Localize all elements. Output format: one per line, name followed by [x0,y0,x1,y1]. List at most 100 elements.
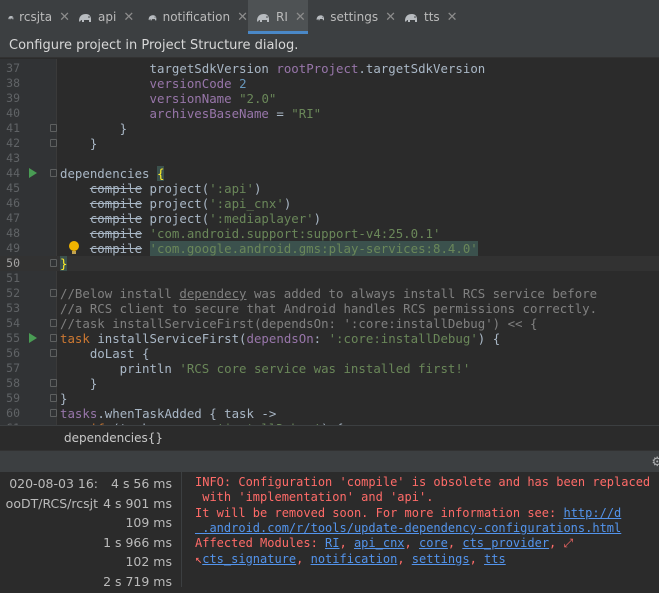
tab-rcsjta[interactable]: rcsjta ✕ [0,0,70,34]
code-token: ':api' [209,181,254,196]
line-number: 49 [6,241,20,255]
code-text: //a RCS client to secure that Android ha… [60,301,597,316]
line-number: 41 [6,121,20,135]
output-text: , [339,536,354,551]
code-line[interactable]: 57 println 'RCS core service was install… [0,361,659,376]
build-step-duration: 2 s 719 ms [103,573,172,589]
close-icon[interactable]: ✕ [123,10,134,25]
code-line[interactable]: 44 dependencies { [0,166,659,181]
code-text: versionCode 2 [60,76,247,91]
code-line[interactable]: 37 targetSdkVersion rootProject.targetSd… [0,61,659,76]
output-link[interactable]: .android.com/r/tools/update-dependency-c… [195,521,621,535]
code-token: ':mediaplayer' [209,211,314,226]
code-line[interactable]: 48 compile 'com.android.support:support-… [0,226,659,241]
code-token: ) [253,181,262,196]
code-line[interactable]: 52 //Below install dependecy was added to… [0,286,659,301]
close-icon[interactable]: ✕ [447,10,458,25]
output-text: , [404,536,419,551]
tab-settings[interactable]: settings ✕ [308,0,396,34]
code-token: versionCode [149,76,240,91]
output-link[interactable]: settings [412,552,470,566]
tab-notification[interactable]: notification ✕ [140,0,248,34]
code-line[interactable]: 56 doLast { [0,346,659,361]
fold-icon[interactable] [50,169,57,177]
tab-ri[interactable]: RI ✕ [248,0,308,34]
fold-icon[interactable] [50,289,57,297]
fold-icon[interactable] [50,379,57,387]
fold-icon[interactable] [50,319,57,327]
fold-icon[interactable] [50,349,57,357]
output-link[interactable]: api_cnx [354,536,405,550]
code-line[interactable]: 49 compile 'com.google.android.gms:play-… [0,241,659,256]
breadcrumb-item[interactable]: dependencies{} [64,431,163,445]
line-number: 37 [6,61,20,75]
code-line[interactable]: 55 task installServiceFirst(dependsOn: ':… [0,331,659,346]
code-line[interactable]: 54 //task installServiceFirst(dependsOn: … [0,316,659,331]
code-token: //Below install [60,286,180,301]
output-link[interactable]: notification [311,552,398,566]
code-line[interactable]: 39 versionName "2.0" [0,91,659,106]
close-icon[interactable]: ✕ [295,10,306,25]
code-token: ':api_cnx' [209,196,284,211]
line-number: 57 [6,361,20,375]
code-token: { [156,166,165,181]
close-icon[interactable]: ✕ [59,10,70,25]
fold-icon[interactable] [50,124,57,132]
fold-icon[interactable] [50,409,57,417]
fold-icon[interactable] [50,139,57,147]
build-tree-row[interactable]: 2 s 719 ms [0,571,181,593]
code-line[interactable]: 53 //a RCS client to secure that Android … [0,301,659,316]
project-structure-banner[interactable]: Configure project in Project Structure d… [0,34,659,58]
output-link[interactable]: core [419,536,448,550]
line-number: 55 [6,331,20,345]
output-link[interactable]: cts_provider [462,536,549,550]
line-number: 47 [6,211,20,225]
code-line[interactable]: 42 } [0,136,659,151]
output-link[interactable]: tts [484,552,506,566]
code-line[interactable]: 45 compile project(':api') [0,181,659,196]
line-number: 53 [6,301,20,315]
code-line[interactable]: 58 } [0,376,659,391]
code-line[interactable]: 59} [0,391,659,406]
code-token: tasks [60,406,98,421]
code-line[interactable]: 51 [0,271,659,286]
output-link[interactable]: http://d [563,506,621,520]
code-line[interactable]: 60 tasks.whenTaskAdded { task -> [0,406,659,421]
breadcrumb[interactable]: dependencies{} [0,425,659,449]
gear-icon[interactable]: ⚙ [651,455,659,470]
line-number: 51 [6,271,20,285]
build-output-line: .android.com/r/tools/update-dependency-c… [195,521,659,536]
fold-icon[interactable] [50,334,57,342]
line-number: 39 [6,91,20,105]
close-icon[interactable]: ✕ [385,10,396,25]
editor-tab-bar: rcsjta ✕ api ✕ notification ✕ RI ✕ settings ✕ tts ✕ [0,0,659,35]
code-line[interactable]: 46 compile project(':api_cnx') [0,196,659,211]
close-icon[interactable]: ✕ [237,10,248,25]
run-gutter-icon[interactable] [29,168,37,178]
code-text: compile project(':api') [60,181,262,196]
output-link[interactable]: cts_signature [202,552,296,566]
code-text: } [60,136,97,151]
fold-icon[interactable] [50,259,57,267]
fold-icon[interactable] [50,394,57,402]
code-line[interactable]: 40 archivesBaseName = "RI" [0,106,659,121]
line-number: 44 [6,166,20,180]
code-line[interactable]: 50} [0,256,659,271]
code-token: } [60,121,128,136]
code-line[interactable]: 41 } [0,121,659,136]
code-line[interactable]: 38 versionCode 2 [0,76,659,91]
code-text: task installServiceFirst(dependsOn: ':co… [60,331,500,346]
output-link[interactable]: RI [325,536,339,550]
tab-label: api [98,10,117,24]
code-token: compile [89,241,143,256]
run-gutter-icon[interactable] [29,333,37,343]
code-text: archivesBaseName = "RI" [60,106,322,121]
code-line[interactable]: 47 compile project(':mediaplayer') [0,211,659,226]
output-text: , [447,536,463,551]
tab-tts[interactable]: tts ✕ [396,0,466,34]
tab-api[interactable]: api ✕ [70,0,140,34]
code-line[interactable]: 43 [0,151,659,166]
code-editor[interactable]: 37 targetSdkVersion rootProject.targetSd… [0,59,659,425]
code-token: project( [142,211,210,226]
build-panel-divider[interactable] [181,472,182,587]
